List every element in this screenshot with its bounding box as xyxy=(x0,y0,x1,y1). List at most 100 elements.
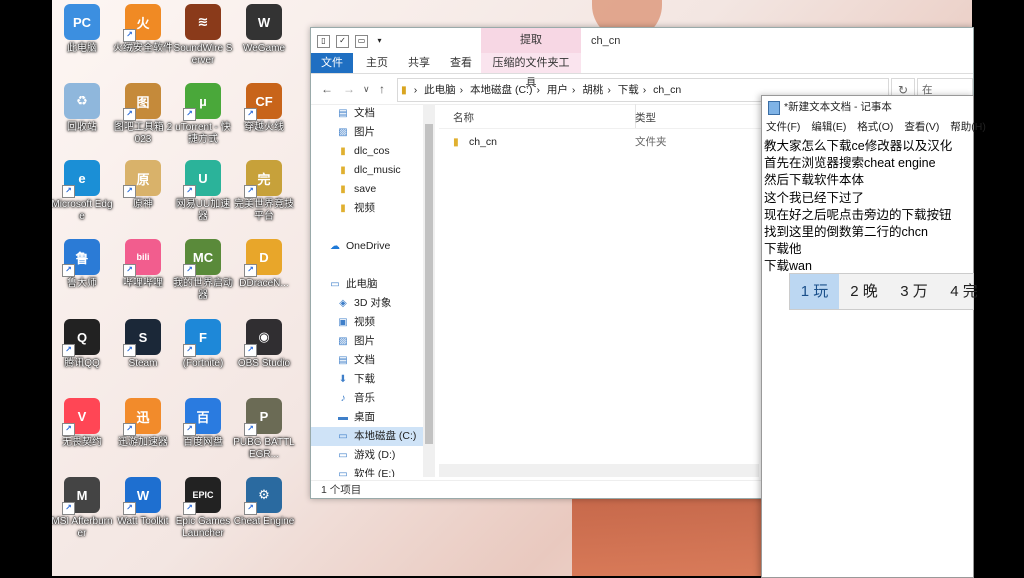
ctx-tab-header[interactable]: 提取 xyxy=(481,28,581,53)
nav-item[interactable]: ▨图片✦ xyxy=(311,123,435,142)
shortcut-arrow-icon: ↗ xyxy=(62,185,75,198)
desktop-icon[interactable]: V ↗ 无畏契约 xyxy=(52,398,113,449)
tab-home[interactable]: 主页 xyxy=(357,53,397,73)
nav-item[interactable]: ▤文档✦ xyxy=(311,104,435,123)
desktop-icon[interactable]: MC ↗ 我的世界启动器 xyxy=(172,239,234,302)
menu-format[interactable]: 格式(O) xyxy=(857,121,893,133)
ime-candidate[interactable]: 4 完 xyxy=(939,274,989,309)
forward-arrow-icon[interactable]: → xyxy=(343,82,355,96)
desktop-icon[interactable]: CF ↗ 穿越火线 xyxy=(233,83,295,134)
menu-help[interactable]: 帮助(H) xyxy=(950,121,986,133)
desktop-icon-label: MSI Afterburner xyxy=(52,516,113,539)
chevron-down-icon[interactable]: ∨ xyxy=(363,84,370,95)
desktop-icon-label: DDraceN... xyxy=(239,278,289,289)
nav-item[interactable]: ▮ dlc_cos xyxy=(311,142,435,161)
drive-icon: ▭ xyxy=(338,469,348,477)
notepad-menubar: 文件(F) 编辑(E) 格式(O) 查看(V) 帮助(H) xyxy=(762,118,986,136)
breadcrumb-item[interactable]: 下载 xyxy=(618,84,639,96)
nav-item[interactable]: ▤ 文档 xyxy=(311,351,435,370)
nav-item[interactable]: ▮ save xyxy=(311,180,435,199)
desktop-icon[interactable]: 图 ↗ 图吧工具箱 2023 xyxy=(112,83,174,146)
ime-candidate[interactable]: 3 万 xyxy=(889,274,939,309)
desktop-icon-label: (Fortnite) xyxy=(182,358,224,369)
horizontal-scrollbar[interactable] xyxy=(439,464,759,477)
desktop-icon[interactable]: S ↗ Steam xyxy=(112,319,174,370)
nav-item[interactable]: ▮ dlc_music xyxy=(311,161,435,180)
desktop-icon[interactable]: 鲁 ↗ 鲁大师 xyxy=(52,239,113,290)
app-icon: P ↗ xyxy=(244,398,282,436)
desktop-icon[interactable]: M ↗ MSI Afterburner xyxy=(52,477,113,540)
tab-compressed-folder-tools[interactable]: 压缩的文件夹工具 xyxy=(481,53,581,89)
desktop-icon[interactable]: W WeGame xyxy=(233,4,295,55)
app-icon: PC xyxy=(64,4,100,40)
nav-item-label: dlc_music xyxy=(354,164,401,176)
desktop-icon[interactable]: 原 ↗ 原神 xyxy=(112,160,174,211)
nav-item-label: 游戏 (D:) xyxy=(354,449,396,461)
notepad-text-area[interactable]: 教大家怎么下载ce修改器以及汉化 首先在浏览器搜索cheat engine 然后… xyxy=(762,136,973,278)
desktop-icon[interactable]: µ ↗ uTorrent - 快捷方式 xyxy=(172,83,234,146)
nav-item-label: 文档 xyxy=(354,354,375,366)
checkbox-icon[interactable]: ✓ xyxy=(336,35,349,48)
menu-edit[interactable]: 编辑(E) xyxy=(811,121,846,133)
desktop-icon-label: 百度网盘 xyxy=(183,437,223,448)
desktop-icon[interactable]: F ↗ (Fortnite) xyxy=(172,319,234,370)
dropdown-icon[interactable]: ▾ xyxy=(374,36,385,47)
pc-icon: ▭ xyxy=(330,279,340,290)
desktop-icon[interactable]: 迅 ↗ 迅游加速器 xyxy=(112,398,174,449)
desktop-icon[interactable]: 完 ↗ 完美世界竞技平台 xyxy=(233,160,295,223)
desktop-icon[interactable]: P ↗ PUBG BATTLEGR... xyxy=(233,398,295,461)
desktop-icon[interactable]: EPIC ↗ Epic Games Launcher xyxy=(172,477,234,540)
nav-item[interactable]: ▭ 游戏 (D:) xyxy=(311,446,435,465)
desktop-icon[interactable]: e ↗ Microsoft Edge xyxy=(52,160,113,223)
properties-icon[interactable]: ▯ xyxy=(317,35,330,48)
nav-item[interactable]: ☁ OneDrive xyxy=(311,237,435,256)
nav-item[interactable]: ▣ 视频 xyxy=(311,313,435,332)
app-icon: 迅 ↗ xyxy=(123,398,161,436)
desktop-icon[interactable]: ◉ ↗ OBS Studio xyxy=(233,319,295,370)
menu-file[interactable]: 文件(F) xyxy=(766,121,800,133)
nav-item[interactable]: ⬇ 下载 xyxy=(311,370,435,389)
nav-item[interactable]: ▨ 图片 xyxy=(311,332,435,351)
shortcut-arrow-icon: ↗ xyxy=(62,264,75,277)
desktop-icon-label: OBS Studio xyxy=(237,358,291,369)
column-name[interactable]: 名称 xyxy=(453,110,474,125)
nav-item[interactable]: ▮ 视频 xyxy=(311,199,435,218)
nav-scrollbar[interactable] xyxy=(423,104,435,477)
breadcrumb-item[interactable]: 此电脑 xyxy=(424,84,456,96)
desktop-icon[interactable]: U ↗ 网易UU加速器 xyxy=(172,160,234,223)
desktop-icon[interactable]: 百 ↗ 百度网盘 xyxy=(172,398,234,449)
desktop-icon[interactable]: W ↗ Watt Toolkit xyxy=(112,477,174,528)
app-icon: M ↗ xyxy=(62,477,100,515)
desktop-icon[interactable]: bili ↗ 哔哩哔哩 xyxy=(112,239,174,290)
nav-item[interactable]: ▭ 软件 (E:) xyxy=(311,465,435,477)
up-arrow-icon[interactable]: ↑ xyxy=(379,82,385,96)
breadcrumb-item[interactable]: 用户 xyxy=(547,84,568,96)
desktop-icon[interactable]: 火 ↗ 火绒安全软件 xyxy=(112,4,174,55)
tab-file[interactable]: 文件 xyxy=(311,53,353,73)
desktop-icon[interactable]: Q ↗ 腾讯QQ xyxy=(52,319,113,370)
nav-item[interactable]: ▭ 本地磁盘 (C:) xyxy=(311,427,435,446)
breadcrumb-item[interactable]: 胡桃 xyxy=(582,84,603,96)
desktop-icon[interactable]: ≋ SoundWire Server xyxy=(172,4,234,67)
desktop-icon[interactable]: PC 此电脑 xyxy=(52,4,113,55)
scrollbar-thumb[interactable] xyxy=(425,124,433,444)
column-type[interactable]: 类型 xyxy=(635,110,656,125)
ime-candidate[interactable]: 1 玩 xyxy=(790,274,839,309)
nav-item-label: 桌面 xyxy=(354,411,375,423)
menu-view[interactable]: 查看(V) xyxy=(904,121,939,133)
desktop-icon[interactable]: ♻ 回收站 xyxy=(52,83,113,134)
nav-item[interactable]: ◈ 3D 对象 xyxy=(311,294,435,313)
back-arrow-icon[interactable]: ← xyxy=(321,82,333,96)
nav-item[interactable]: ▬ 桌面 xyxy=(311,408,435,427)
breadcrumb-item[interactable]: 本地磁盘 (C:) xyxy=(470,84,532,96)
desktop-icon[interactable]: D ↗ DDraceN... xyxy=(233,239,295,290)
new-folder-icon[interactable]: ▭ xyxy=(355,35,368,48)
nav-item[interactable]: ▭ 此电脑 xyxy=(311,275,435,294)
ime-candidate[interactable]: 2 晚 xyxy=(839,274,889,309)
nav-item[interactable]: ♪ 音乐 xyxy=(311,389,435,408)
desktop-icon[interactable]: ⚙ ↗ Cheat Engine xyxy=(233,477,295,528)
breadcrumb-item[interactable]: ch_cn xyxy=(653,84,681,96)
ime-candidate-bar: 1 玩 2 晚 3 万 4 完 xyxy=(789,273,978,310)
tab-share[interactable]: 共享 xyxy=(399,53,439,73)
tab-view[interactable]: 查看 xyxy=(441,53,481,73)
